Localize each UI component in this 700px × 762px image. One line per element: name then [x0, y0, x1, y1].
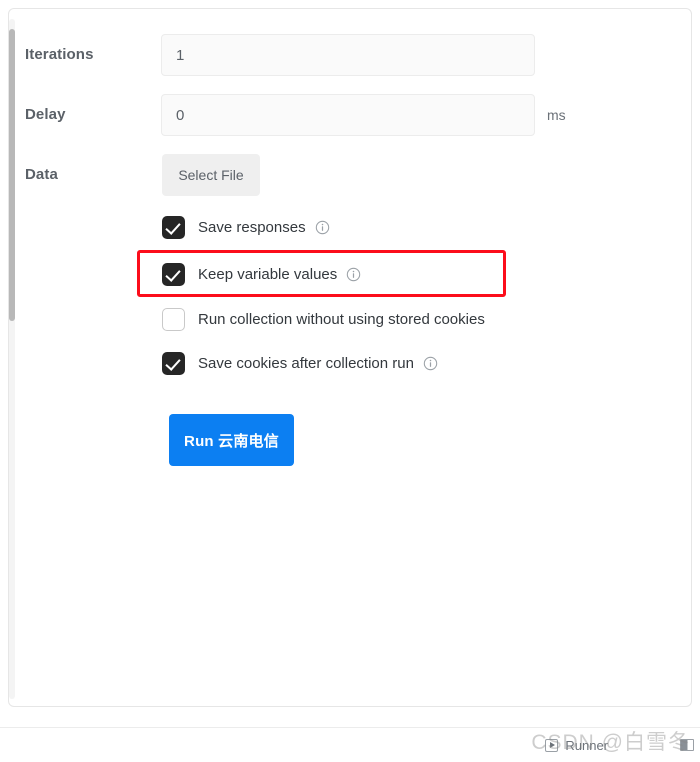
- option-save-responses[interactable]: Save responses: [162, 212, 330, 242]
- status-bar-runner-item[interactable]: Runner: [545, 728, 608, 762]
- collection-runner-panel: Iterations Delay ms Data Select File Sav…: [8, 8, 692, 707]
- delay-input[interactable]: [161, 94, 535, 136]
- iterations-input[interactable]: [161, 34, 535, 76]
- select-file-button[interactable]: Select File: [162, 154, 260, 196]
- checkbox-save-cookies-after-run[interactable]: [162, 351, 185, 375]
- option-label-save-cookies-after-run: Save cookies after collection run: [198, 354, 414, 372]
- checkbox-keep-variable-values[interactable]: [162, 262, 185, 286]
- layout-sidebar-icon[interactable]: [680, 739, 694, 751]
- option-keep-variable-values[interactable]: Keep variable values: [162, 259, 361, 289]
- option-label-keep-variable-values: Keep variable values: [198, 265, 338, 283]
- delay-label: Delay: [25, 106, 66, 123]
- checkbox-save-responses[interactable]: [162, 215, 185, 239]
- iterations-row: Iterations: [9, 34, 693, 76]
- info-circle-icon[interactable]: [315, 220, 330, 235]
- delay-unit-label: ms: [547, 107, 566, 123]
- status-bar-runner-label: Runner: [565, 737, 608, 753]
- play-square-icon: [545, 738, 559, 752]
- option-label-save-responses: Save responses: [198, 218, 306, 236]
- iterations-label: Iterations: [25, 46, 94, 63]
- delay-row: Delay ms: [9, 94, 693, 136]
- option-run-without-stored-cookies[interactable]: Run collection without using stored cook…: [162, 304, 485, 334]
- option-save-cookies-after-run[interactable]: Save cookies after collection run: [162, 348, 438, 378]
- data-label: Data: [25, 166, 58, 183]
- info-circle-icon[interactable]: [423, 356, 438, 371]
- option-label-run-without-stored-cookies: Run collection without using stored cook…: [198, 310, 485, 328]
- status-bar: Runner: [0, 727, 700, 762]
- checkbox-run-without-stored-cookies[interactable]: [162, 307, 185, 331]
- data-row: Data Select File: [9, 154, 693, 196]
- run-collection-button[interactable]: Run 云南电信: [169, 414, 294, 466]
- info-circle-icon[interactable]: [346, 267, 361, 282]
